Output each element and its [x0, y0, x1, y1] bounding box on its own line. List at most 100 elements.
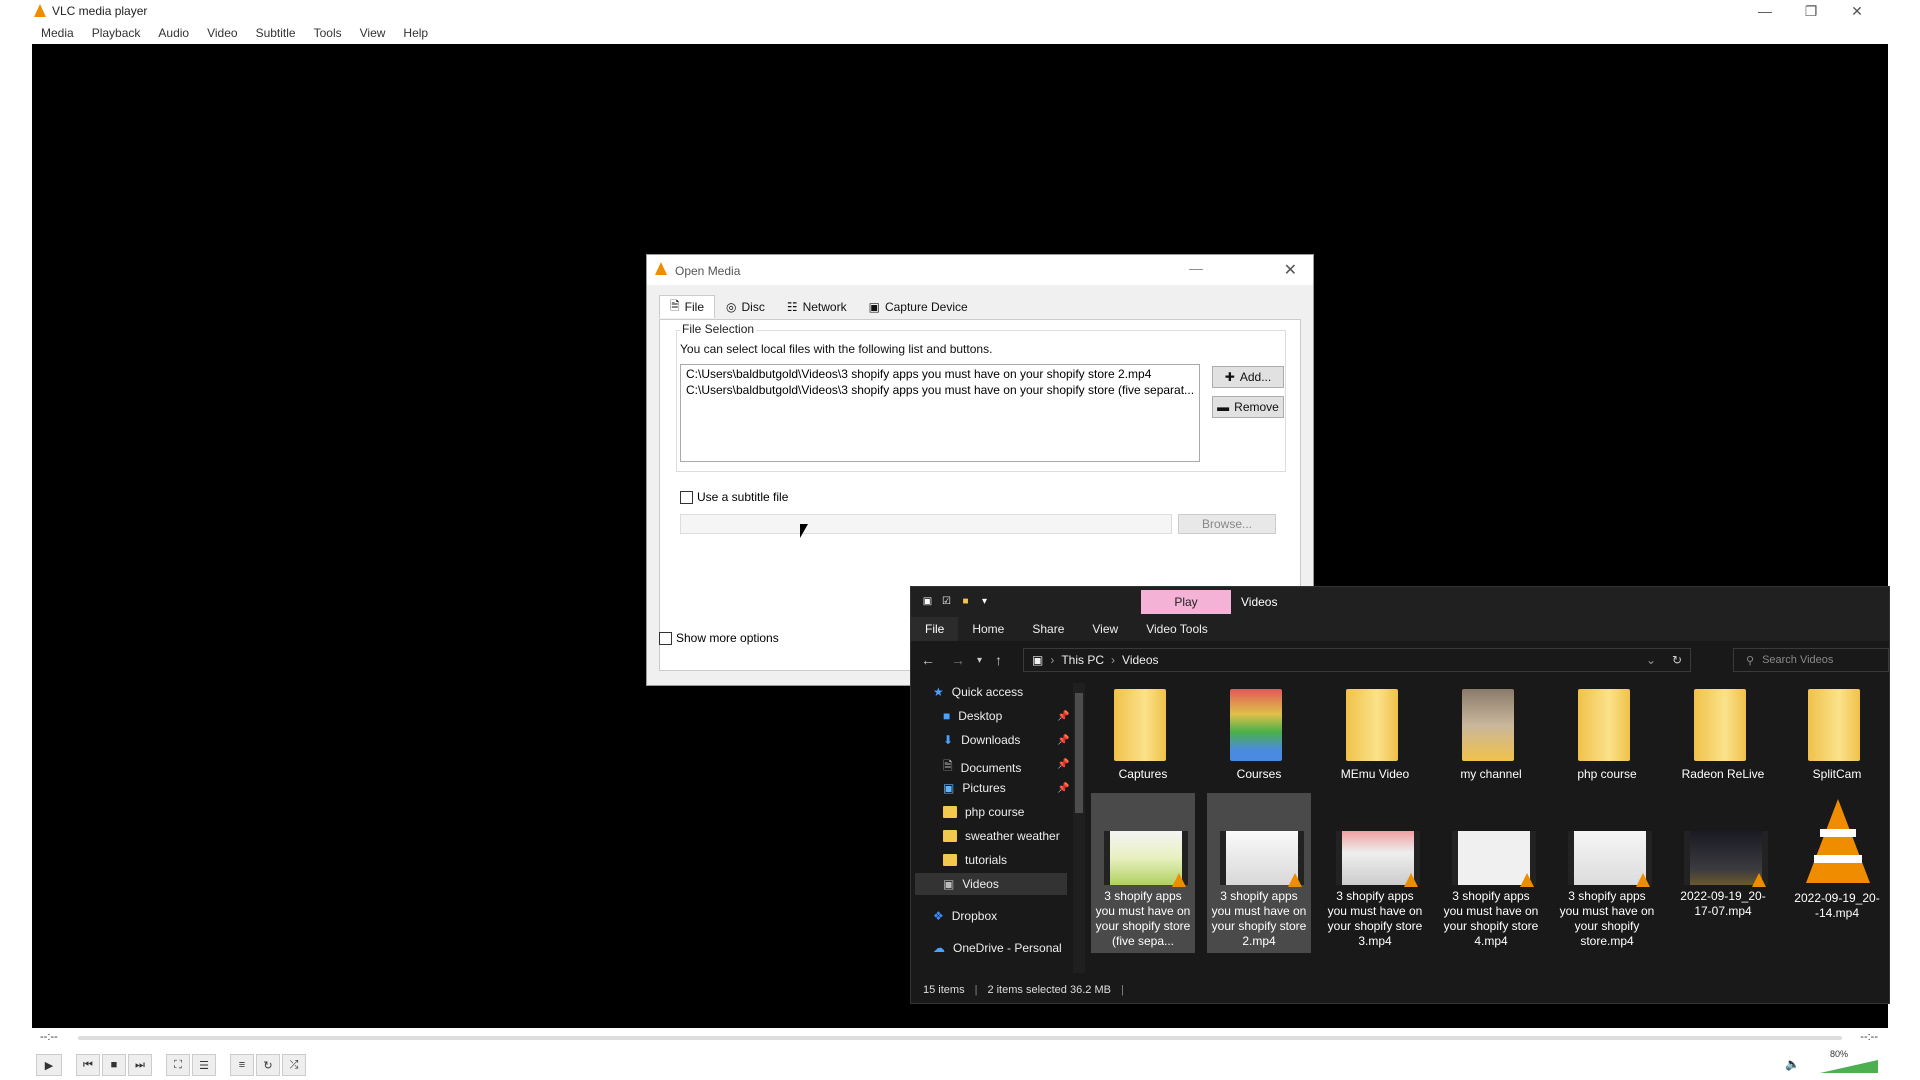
menu-audio[interactable]: Audio	[149, 26, 198, 40]
tab-disc[interactable]: ◎ Disc	[715, 295, 776, 319]
new-folder-icon[interactable]: ■	[959, 595, 972, 608]
seek-bar[interactable]	[78, 1036, 1842, 1040]
sidebar-item-downloads[interactable]: ⬇ Downloads	[943, 733, 1020, 747]
properties-icon[interactable]: ☑	[940, 595, 953, 608]
breadcrumb-this-pc[interactable]: This PC	[1061, 653, 1104, 667]
loop-button[interactable]: ↻	[256, 1054, 280, 1076]
sidebar-item-quick-access[interactable]: ★ Quick access	[933, 685, 1023, 699]
status-divider: |	[1120, 984, 1124, 996]
nav-scrollbar-thumb[interactable]	[1075, 693, 1083, 813]
sidebar-item-label: Quick access	[951, 685, 1024, 699]
folder-memu-video[interactable]: MEmu Video	[1323, 679, 1427, 797]
restore-button[interactable]: ❐	[1788, 0, 1834, 22]
menu-subtitle[interactable]: Subtitle	[247, 26, 305, 40]
folder-label: Radeon ReLive	[1681, 767, 1765, 781]
breadcrumb-videos[interactable]: Videos	[1122, 653, 1158, 667]
shuffle-button[interactable]: ⤮	[282, 1054, 306, 1076]
previous-button[interactable]: ⏮	[76, 1054, 100, 1076]
menu-playback[interactable]: Playback	[83, 26, 150, 40]
next-button[interactable]: ⏭	[128, 1054, 152, 1076]
speaker-icon[interactable]: 🔈	[1785, 1057, 1800, 1071]
list-item[interactable]: C:\Users\baldbutgold\Videos\3 shopify ap…	[681, 381, 1199, 397]
add-button[interactable]: ✚ Add...	[1212, 366, 1284, 388]
system-menu-icon[interactable]: ▣	[921, 595, 934, 608]
tab-capture-device[interactable]: ▣ Capture Device	[858, 295, 979, 319]
recent-locations-icon[interactable]: ▾	[977, 655, 982, 666]
ribbon-tab-share[interactable]: Share	[1018, 617, 1078, 641]
fullscreen-button[interactable]: ⛶	[166, 1054, 190, 1076]
list-item[interactable]: C:\Users\baldbutgold\Videos\3 shopify ap…	[681, 365, 1199, 381]
download-icon: ⬇	[943, 733, 954, 747]
dialog-titlebar: Open Media — ✕	[647, 255, 1313, 285]
folder-radeon-relive[interactable]: Radeon ReLive	[1671, 679, 1775, 797]
ribbon-tab-view[interactable]: View	[1078, 617, 1132, 641]
folder-icon	[1694, 689, 1752, 765]
dialog-close-button[interactable]: ✕	[1284, 260, 1297, 280]
sidebar-item-pictures[interactable]: ▣ Pictures	[943, 781, 1006, 795]
vlc-file-icon	[1802, 799, 1872, 889]
subtitle-checkbox[interactable]: Use a subtitle file	[680, 490, 788, 504]
nav-scrollbar[interactable]	[1073, 683, 1085, 973]
folder-label: Courses	[1236, 767, 1282, 781]
remove-button[interactable]: ▬ Remove	[1212, 396, 1284, 418]
ribbon-tab-file[interactable]: File	[911, 617, 959, 641]
folder-my-channel[interactable]: my channel	[1439, 679, 1543, 797]
search-input[interactable]: ⚲ Search Videos	[1733, 648, 1889, 672]
video-label: 3 shopify apps you must have on your sho…	[1211, 889, 1307, 948]
customize-toolbar-icon[interactable]: ▾	[978, 595, 991, 608]
address-bar[interactable]: ▣ › This PC › Videos ⌄ ↻	[1023, 648, 1691, 672]
show-more-options-checkbox[interactable]: Show more options	[659, 631, 779, 645]
video-file-4[interactable]: 3 shopify apps you must have on your sho…	[1439, 793, 1543, 953]
sidebar-item-onedrive[interactable]: ☁ OneDrive - Personal	[933, 941, 1062, 955]
video-file-3[interactable]: 3 shopify apps you must have on your sho…	[1323, 793, 1427, 953]
ribbon-tab-home[interactable]: Home	[958, 617, 1018, 641]
checkbox-box[interactable]	[659, 631, 672, 645]
stop-button[interactable]: ■	[102, 1054, 126, 1076]
minimize-button[interactable]: —	[1742, 0, 1788, 22]
sidebar-item-tutorials[interactable]: tutorials	[943, 853, 1007, 867]
video-thumbnail-icon	[1220, 831, 1304, 887]
volume-slider[interactable]	[1820, 1060, 1878, 1073]
video-file-main[interactable]: 3 shopify apps you must have on your sho…	[1555, 793, 1659, 953]
tab-file[interactable]: 🗎 File	[659, 295, 715, 318]
sidebar-item-sweather-weather[interactable]: sweather weather	[943, 829, 1060, 843]
browse-button[interactable]: Browse...	[1178, 514, 1276, 534]
menu-view[interactable]: View	[351, 26, 395, 40]
selection-info: 2 items selected 36.2 MB	[987, 984, 1111, 996]
refresh-icon[interactable]: ↻	[1672, 653, 1682, 667]
sidebar-item-documents[interactable]: 🗎 Documents	[943, 757, 1021, 778]
previous-icon: ⏮	[83, 1058, 93, 1071]
sidebar-item-desktop[interactable]: ■ Desktop	[943, 709, 1002, 723]
video-file-2022-14[interactable]: 2022-09-19_20--14.mp4	[1787, 793, 1887, 953]
video-file-2[interactable]: 3 shopify apps you must have on your sho…	[1207, 793, 1311, 953]
checkbox-box[interactable]	[680, 490, 693, 504]
menu-video[interactable]: Video	[198, 26, 246, 40]
up-arrow-icon[interactable]: ↑	[995, 652, 1002, 668]
menu-help[interactable]: Help	[394, 26, 437, 40]
file-list[interactable]: C:\Users\baldbutgold\Videos\3 shopify ap…	[680, 364, 1200, 462]
sidebar-item-dropbox[interactable]: ❖ Dropbox	[933, 909, 997, 923]
folder-captures[interactable]: Captures	[1091, 679, 1195, 797]
menu-tools[interactable]: Tools	[305, 26, 351, 40]
tab-network[interactable]: ☷ Network	[776, 295, 858, 319]
menu-media[interactable]: Media	[32, 26, 83, 40]
sidebar-item-videos[interactable]: ▣ Videos	[915, 873, 1067, 895]
play-context-tab[interactable]: Play	[1141, 590, 1231, 614]
folder-splitcam[interactable]: SplitCam	[1787, 679, 1887, 797]
play-button[interactable]: ▶	[36, 1054, 62, 1076]
folder-courses[interactable]: Courses	[1207, 679, 1311, 797]
video-file-five-separate[interactable]: 3 shopify apps you must have on your sho…	[1091, 793, 1195, 953]
dialog-minimize-button[interactable]: —	[1189, 260, 1203, 276]
breadcrumb-separator-icon: ›	[1111, 653, 1116, 667]
extended-settings-button[interactable]: ☰	[192, 1054, 216, 1076]
close-button[interactable]: ✕	[1834, 0, 1880, 22]
subtitle-path-input[interactable]	[680, 514, 1172, 534]
video-file-2022-17-07[interactable]: 2022-09-19_20-17-07.mp4	[1671, 793, 1775, 953]
ribbon-tab-video-tools[interactable]: Video Tools	[1132, 617, 1222, 641]
back-arrow-icon[interactable]: ←	[921, 652, 935, 668]
forward-arrow-icon[interactable]: →	[951, 652, 965, 668]
sidebar-item-php-course[interactable]: php course	[943, 805, 1024, 819]
folder-php-course[interactable]: php course	[1555, 679, 1659, 797]
playlist-button[interactable]: ≡	[230, 1054, 254, 1076]
address-dropdown-icon[interactable]: ⌄	[1646, 653, 1656, 667]
